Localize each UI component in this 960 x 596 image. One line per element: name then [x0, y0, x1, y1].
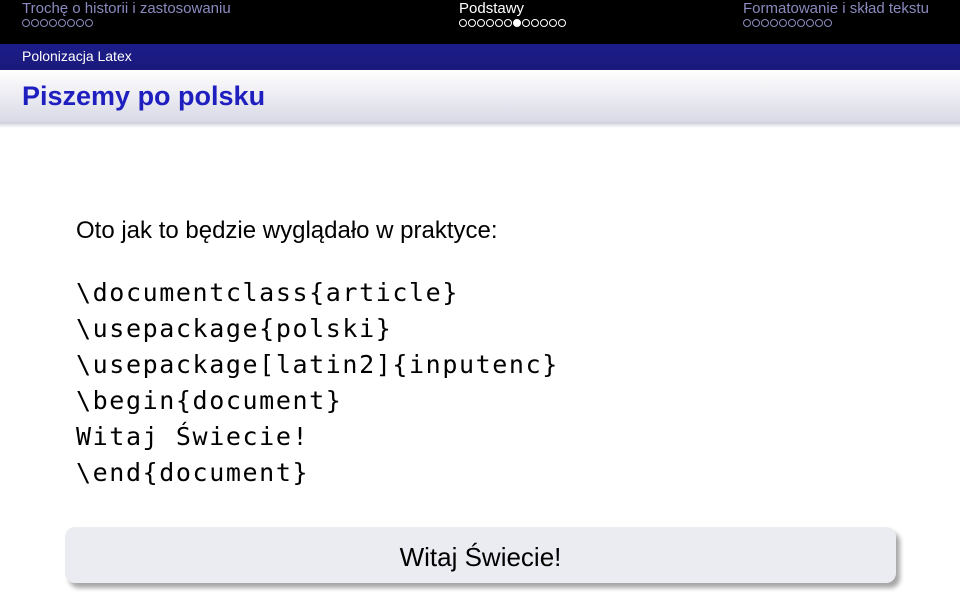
nav-dot[interactable]: [486, 19, 494, 27]
nav-dot[interactable]: [40, 19, 48, 27]
nav-dot[interactable]: [549, 19, 557, 27]
nav-dots: [743, 19, 832, 27]
nav-dot[interactable]: [22, 19, 30, 27]
nav-dot[interactable]: [513, 19, 521, 27]
nav-dot[interactable]: [788, 19, 796, 27]
nav-dot[interactable]: [815, 19, 823, 27]
code-line: \usepackage{polski}: [76, 314, 393, 343]
result-box: Witaj Świecie!: [65, 527, 896, 583]
navigation-bar: Trochę o historii i zastosowaniu Podstaw…: [0, 0, 960, 44]
nav-dot[interactable]: [797, 19, 805, 27]
nav-dots: [22, 19, 93, 27]
nav-dot[interactable]: [76, 19, 84, 27]
code-block: \documentclass{article} \usepackage{pols…: [76, 275, 559, 491]
frame-title: Piszemy po polsku: [22, 81, 266, 111]
code-line: \usepackage[latin2]{inputenc}: [76, 350, 559, 379]
nav-dot[interactable]: [743, 19, 751, 27]
nav-dot[interactable]: [85, 19, 93, 27]
nav-dot[interactable]: [558, 19, 566, 27]
nav-dot[interactable]: [31, 19, 39, 27]
nav-dot[interactable]: [806, 19, 814, 27]
nav-dot[interactable]: [531, 19, 539, 27]
subsection-title[interactable]: Polonizacja Latex: [22, 48, 132, 64]
nav-dot[interactable]: [824, 19, 832, 27]
subsection-bar: Polonizacja Latex: [0, 44, 960, 70]
nav-section-title[interactable]: Formatowanie i skład tekstu: [743, 0, 929, 18]
code-line: \end{document}: [76, 458, 310, 487]
intro-text: Oto jak to będzie wyglądało w praktyce:: [76, 217, 498, 244]
code-line: \documentclass{article}: [76, 278, 459, 307]
title-shadow: [0, 122, 960, 128]
nav-dot[interactable]: [540, 19, 548, 27]
nav-section-title[interactable]: Trochę o historii i zastosowaniu: [22, 0, 231, 18]
nav-dot[interactable]: [770, 19, 778, 27]
result-text: Witaj Świecie!: [399, 542, 562, 572]
code-line: Witaj Świecie!: [76, 422, 310, 451]
nav-dots: [459, 19, 566, 27]
frame-title-band: Piszemy po polsku: [0, 70, 960, 122]
nav-dot[interactable]: [522, 19, 530, 27]
nav-dot[interactable]: [504, 19, 512, 27]
nav-dot[interactable]: [752, 19, 760, 27]
code-line: \begin{document}: [76, 386, 343, 415]
nav-dot[interactable]: [49, 19, 57, 27]
nav-dot[interactable]: [459, 19, 467, 27]
nav-section-title[interactable]: Podstawy: [459, 0, 524, 18]
nav-dot[interactable]: [58, 19, 66, 27]
nav-dot[interactable]: [477, 19, 485, 27]
nav-dot[interactable]: [67, 19, 75, 27]
nav-dot[interactable]: [495, 19, 503, 27]
nav-dot[interactable]: [468, 19, 476, 27]
nav-dot[interactable]: [779, 19, 787, 27]
nav-dot[interactable]: [761, 19, 769, 27]
